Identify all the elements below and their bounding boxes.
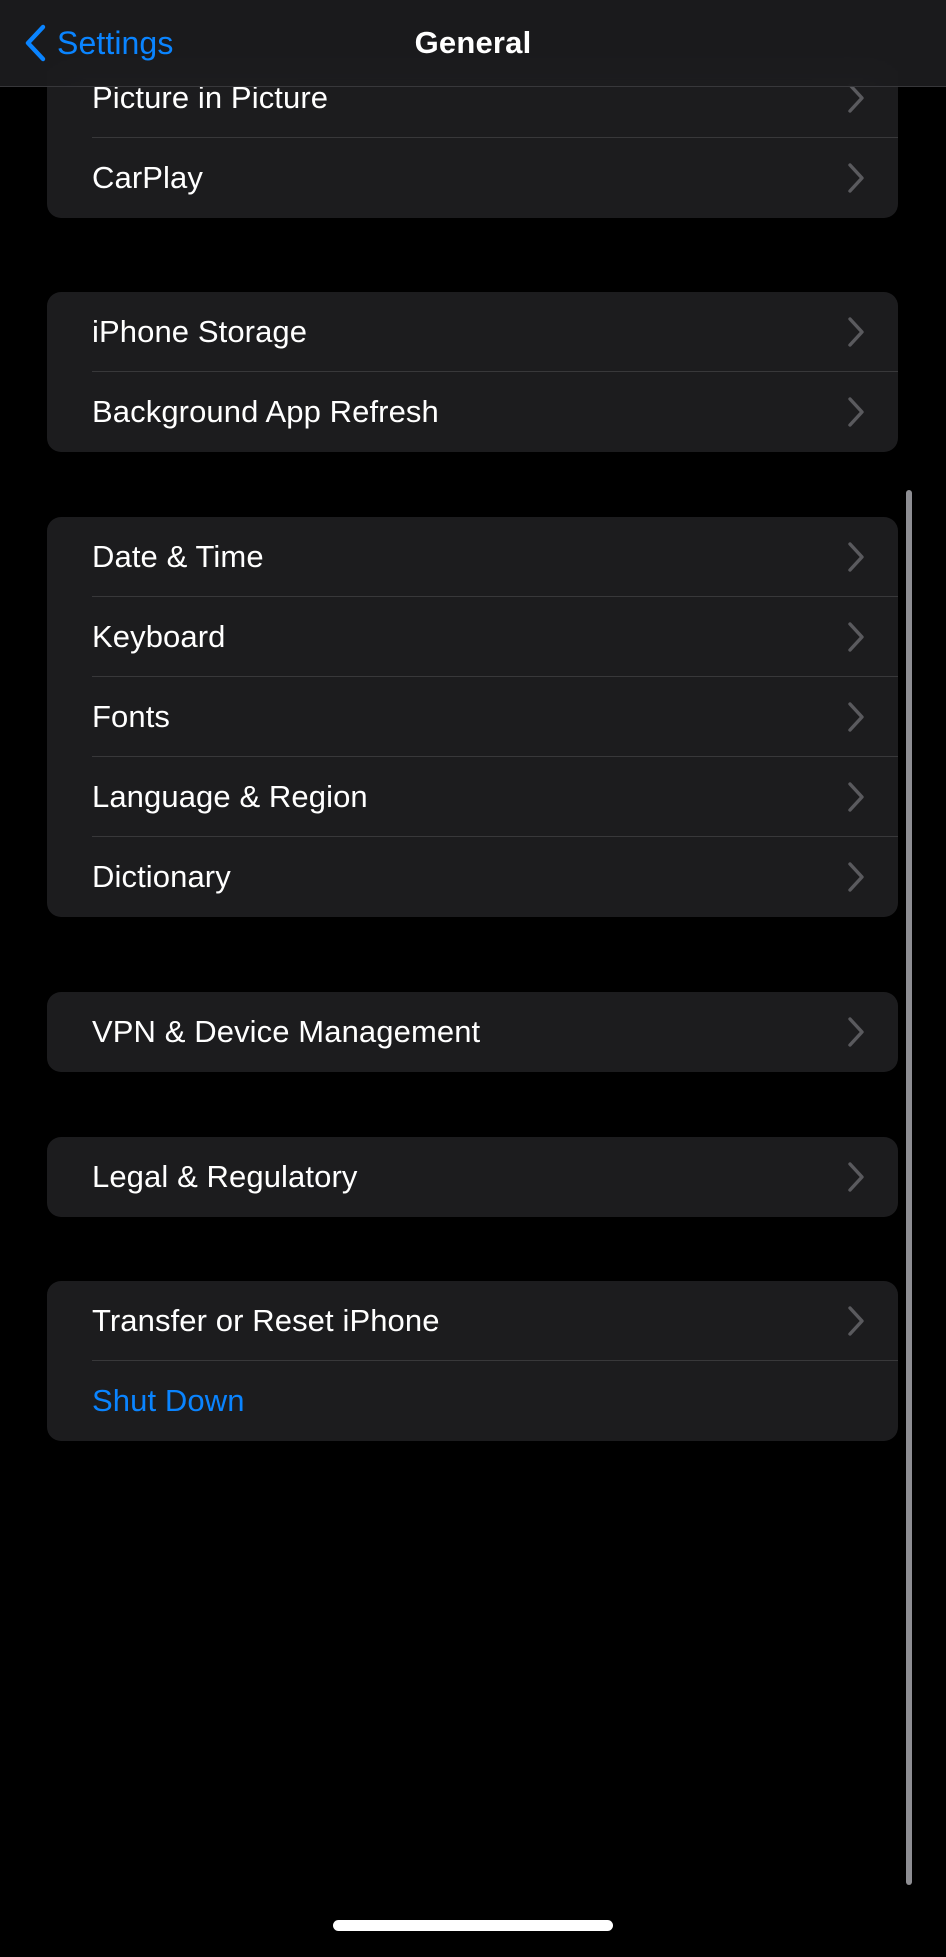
vpn-group: VPN & Device Management bbox=[47, 992, 898, 1072]
list-item[interactable]: Keyboard bbox=[47, 597, 898, 677]
list-item-label: Transfer or Reset iPhone bbox=[92, 1303, 440, 1338]
list-item-label: Background App Refresh bbox=[92, 394, 439, 429]
list-item[interactable]: VPN & Device Management bbox=[47, 992, 898, 1072]
list-item-label: iPhone Storage bbox=[92, 314, 308, 349]
reset-group: Transfer or Reset iPhone Shut Down bbox=[47, 1281, 898, 1441]
list-item-label: Language & Region bbox=[92, 779, 368, 814]
list-item[interactable]: iPhone Storage bbox=[47, 292, 898, 372]
page-title: General bbox=[414, 25, 532, 60]
chevron-right-icon bbox=[844, 1304, 868, 1338]
chevron-right-icon bbox=[844, 395, 868, 429]
scrollbar[interactable] bbox=[906, 490, 912, 1885]
list-item-label: Dictionary bbox=[92, 859, 231, 894]
list-item-label: Fonts bbox=[92, 699, 171, 734]
list-item-label: VPN & Device Management bbox=[92, 1014, 481, 1049]
list-item[interactable]: Fonts bbox=[47, 677, 898, 757]
list-item[interactable]: Transfer or Reset iPhone bbox=[47, 1281, 898, 1361]
list-item[interactable]: Date & Time bbox=[47, 517, 898, 597]
settings-scroll-view[interactable]: Picture in Picture CarPlay iPhone Storage B… bbox=[0, 0, 946, 1957]
chevron-right-icon bbox=[844, 315, 868, 349]
list-item-label: Keyboard bbox=[92, 619, 226, 654]
chevron-right-icon bbox=[844, 161, 868, 195]
chevron-right-icon bbox=[844, 1015, 868, 1049]
scrollbar-thumb[interactable] bbox=[906, 490, 912, 1885]
list-item[interactable]: Shut Down bbox=[47, 1361, 898, 1441]
home-indicator bbox=[333, 1920, 613, 1931]
list-item[interactable]: Legal & Regulatory bbox=[47, 1137, 898, 1217]
list-item-label: CarPlay bbox=[92, 160, 203, 195]
navigation-bar: Settings General bbox=[0, 0, 946, 87]
storage-group: iPhone Storage Background App Refresh bbox=[47, 292, 898, 452]
list-item[interactable]: Dictionary bbox=[47, 837, 898, 917]
chevron-right-icon bbox=[844, 540, 868, 574]
localization-group: Date & Time Keyboard Fonts Language & Regio… bbox=[47, 517, 898, 917]
chevron-right-icon bbox=[844, 1160, 868, 1194]
list-item-label: Shut Down bbox=[92, 1383, 245, 1418]
chevron-right-icon bbox=[844, 620, 868, 654]
chevron-right-icon bbox=[844, 700, 868, 734]
list-item[interactable]: Background App Refresh bbox=[47, 372, 898, 452]
list-item-label: Legal & Regulatory bbox=[92, 1159, 358, 1194]
chevron-right-icon bbox=[844, 860, 868, 894]
chevron-right-icon bbox=[844, 780, 868, 814]
legal-group: Legal & Regulatory bbox=[47, 1137, 898, 1217]
list-item[interactable]: Language & Region bbox=[47, 757, 898, 837]
list-item-label: Date & Time bbox=[92, 539, 264, 574]
list-item[interactable]: CarPlay bbox=[47, 138, 898, 218]
settings-general-screen: Picture in Picture CarPlay iPhone Storage B… bbox=[0, 0, 946, 1957]
